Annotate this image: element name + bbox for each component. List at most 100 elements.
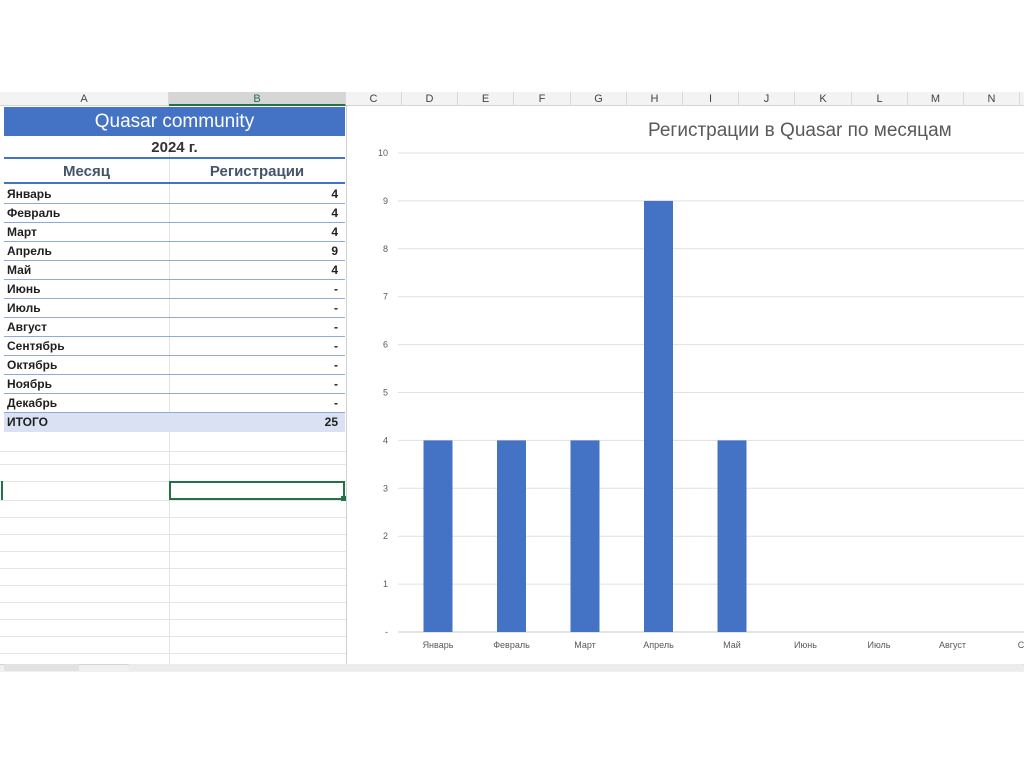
row-selection-marker — [0, 481, 3, 500]
table-title[interactable]: Quasar community — [4, 107, 345, 136]
y-tick-label: 4 — [383, 435, 388, 445]
table-row[interactable]: Июль - — [4, 299, 345, 318]
chart-border — [346, 106, 347, 664]
y-tick-label: 2 — [383, 531, 388, 541]
month-cell: Август — [7, 320, 47, 334]
column-header-bar: A B C D E F G H I J K L M N — [0, 92, 1024, 106]
y-tick-label: 10 — [378, 148, 388, 158]
column-header-a[interactable]: A — [0, 92, 169, 106]
value-cell: - — [334, 282, 338, 296]
column-title-registrations[interactable]: Регистрации — [169, 160, 345, 184]
bar — [497, 440, 526, 632]
value-cell: - — [334, 377, 338, 391]
value-cell: - — [334, 320, 338, 334]
y-tick-label: 3 — [383, 483, 388, 493]
table-row[interactable]: Март 4 — [4, 223, 345, 242]
value-cell: - — [334, 301, 338, 315]
y-tick-label: 8 — [383, 244, 388, 254]
x-tick-label: Январь — [423, 640, 454, 650]
selected-cell[interactable] — [169, 481, 345, 500]
column-header-c[interactable]: C — [346, 92, 402, 106]
column-header-l[interactable]: L — [852, 92, 908, 106]
month-cell: Январь — [7, 187, 52, 201]
grid-line — [0, 568, 346, 569]
x-tick-label: Июль — [868, 640, 891, 650]
bar — [423, 440, 453, 632]
chart-plot: - 1 2 3 4 5 6 7 8 9 10 Январь Февраль Март Апрель Май Ию… — [378, 148, 1024, 650]
column-header-m[interactable]: M — [908, 92, 964, 106]
month-cell: Июнь — [7, 282, 41, 296]
y-tick-label: 5 — [383, 388, 388, 398]
grid-line — [0, 602, 346, 603]
month-cell: Сентябрь — [7, 339, 65, 353]
table-row[interactable]: Ноябрь - — [4, 375, 345, 394]
value-cell: 4 — [331, 187, 338, 201]
table-row[interactable]: Декабрь - — [4, 394, 345, 413]
x-tick-label: Сен — [1018, 640, 1024, 650]
value-cell: - — [334, 396, 338, 410]
bar — [717, 440, 747, 632]
month-cell: Февраль — [7, 206, 61, 220]
total-value: 25 — [324, 415, 338, 429]
column-header-f[interactable]: F — [514, 92, 571, 106]
column-header-h[interactable]: H — [627, 92, 683, 106]
table-row[interactable]: Февраль 4 — [4, 204, 345, 223]
y-tick-label: - — [385, 627, 388, 637]
grid-line — [0, 585, 346, 586]
grid-line — [0, 619, 346, 620]
table-row[interactable]: Сентябрь - — [4, 337, 345, 356]
table-row[interactable]: Июнь - — [4, 280, 345, 299]
month-cell: Ноябрь — [7, 377, 52, 391]
grid-line — [0, 464, 346, 465]
column-header-g[interactable]: G — [571, 92, 627, 106]
x-tick-label: Февраль — [493, 640, 530, 650]
column-header-i[interactable]: I — [683, 92, 739, 106]
column-header-k[interactable]: K — [795, 92, 852, 106]
value-cell: 4 — [331, 206, 338, 220]
total-label: ИТОГО — [7, 415, 48, 429]
table-year[interactable]: 2024 г. — [4, 137, 345, 159]
table-header-row: Месяц Регистрации — [4, 160, 345, 184]
x-tick-label: Май — [723, 640, 741, 650]
grid-line — [0, 551, 346, 552]
column-header-b[interactable]: B — [169, 92, 346, 106]
sheet-tab[interactable] — [4, 664, 79, 671]
bar — [644, 200, 673, 632]
column-header-j[interactable]: J — [739, 92, 795, 106]
table-row[interactable]: Апрель 9 — [4, 242, 345, 261]
value-cell: - — [334, 339, 338, 353]
total-row[interactable]: ИТОГО 25 — [4, 413, 345, 432]
y-tick-label: 9 — [383, 196, 388, 206]
month-cell: Май — [7, 263, 32, 277]
value-cell: 9 — [331, 244, 338, 258]
bar-chart[interactable]: Регистрации в Quasar по месяцам - 1 2 3 4 5 6 7… — [348, 108, 1024, 664]
table-row[interactable]: Октябрь - — [4, 356, 345, 375]
y-tick-label: 1 — [383, 579, 388, 589]
value-cell: 4 — [331, 263, 338, 277]
month-cell: Июль — [7, 301, 41, 315]
month-cell: Март — [7, 225, 37, 239]
y-tick-label: 7 — [383, 292, 388, 302]
x-tick-label: Апрель — [643, 640, 674, 650]
column-header-d[interactable]: D — [402, 92, 458, 106]
column-header-n[interactable]: N — [964, 92, 1020, 106]
x-tick-label: Март — [574, 640, 596, 650]
chart-title[interactable]: Регистрации в Quasar по месяцам — [648, 120, 952, 142]
table-row[interactable]: Май 4 — [4, 261, 345, 280]
horizontal-scrollbar[interactable] — [128, 664, 1024, 671]
bar — [570, 440, 600, 632]
month-cell: Апрель — [7, 244, 52, 258]
grid-line — [0, 636, 346, 637]
x-tick-label: Август — [939, 640, 966, 650]
column-header-e[interactable]: E — [458, 92, 514, 106]
grid-line — [0, 451, 346, 452]
month-cell: Декабрь — [7, 396, 58, 410]
grid-line — [0, 517, 346, 518]
grid-line — [0, 534, 346, 535]
column-title-month[interactable]: Месяц — [4, 160, 169, 184]
grid-line — [0, 500, 346, 501]
month-cell: Октябрь — [7, 358, 58, 372]
grid-line — [0, 653, 346, 654]
table-row[interactable]: Август - — [4, 318, 345, 337]
table-row[interactable]: Январь 4 — [4, 185, 345, 204]
